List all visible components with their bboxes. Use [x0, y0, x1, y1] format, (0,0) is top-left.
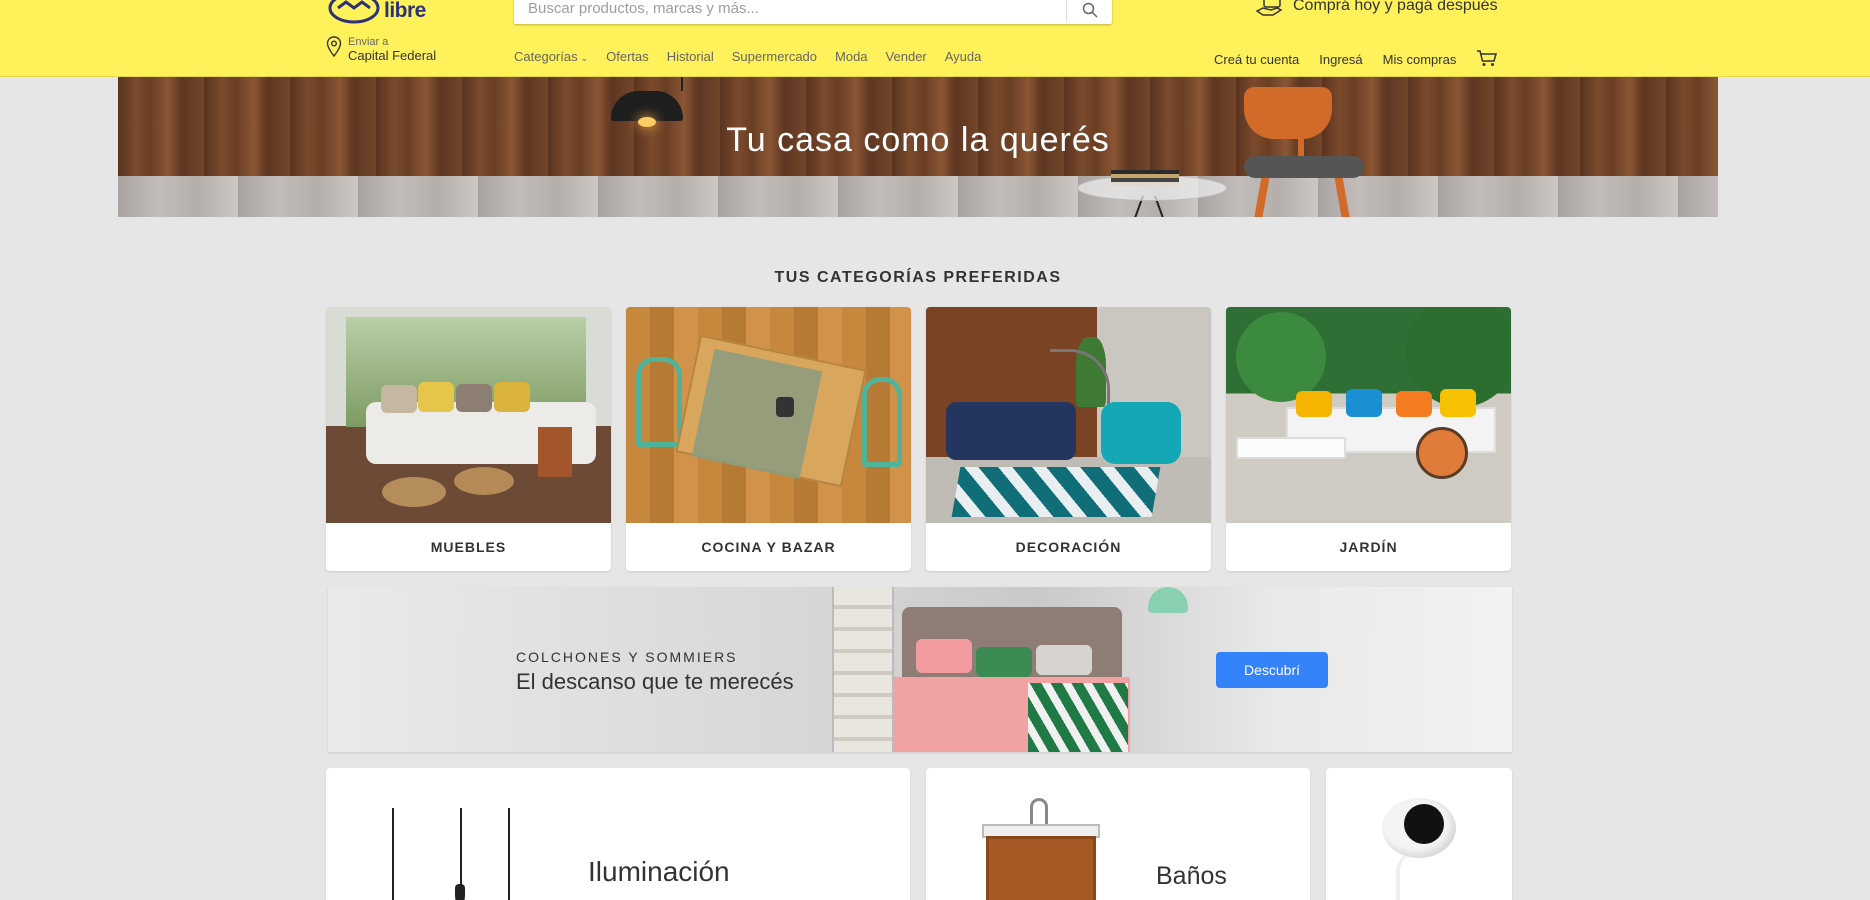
- category-label: JARDÍN: [1339, 539, 1398, 555]
- nav-ayuda[interactable]: Ayuda: [945, 49, 982, 64]
- camera-lens: [1404, 804, 1444, 844]
- nav-moda[interactable]: Moda: [835, 49, 868, 64]
- tablecloth: [691, 348, 823, 480]
- rug: [951, 467, 1161, 517]
- banner-title: El descanso que te merecés: [516, 669, 794, 694]
- pillow: [976, 647, 1032, 677]
- pillow: [916, 639, 972, 673]
- shipping-location[interactable]: Enviar a Capital Federal: [326, 36, 436, 64]
- tile-banos[interactable]: Baños: [926, 768, 1310, 900]
- nav-vender[interactable]: Vender: [886, 49, 927, 64]
- crates-image: [832, 587, 894, 752]
- hero-banner[interactable]: Tu casa como la querés: [118, 77, 1718, 217]
- logo[interactable]: mercado libre: [328, 0, 469, 26]
- site-header: mercado libre Comprá hoy y pagá después …: [0, 0, 1870, 77]
- chair: [862, 377, 902, 467]
- pouf: [382, 477, 446, 507]
- search-icon: [1082, 2, 1098, 18]
- camera-cable: [1396, 852, 1420, 900]
- pendant-bulb: [455, 884, 465, 900]
- logo-text: mercado libre: [384, 0, 469, 22]
- category-image: [926, 307, 1211, 523]
- category-card-muebles[interactable]: MUEBLES: [326, 307, 611, 571]
- cushion: [456, 384, 492, 412]
- sofa: [946, 402, 1076, 460]
- books-image: [1111, 170, 1179, 186]
- category-image: [326, 307, 611, 523]
- cushion: [418, 382, 454, 412]
- tile-iluminacion[interactable]: Iluminación: [326, 768, 910, 900]
- category-image: [1226, 307, 1511, 523]
- cart-icon: [1477, 50, 1498, 66]
- nav-supermercado[interactable]: Supermercado: [732, 49, 817, 64]
- search-input[interactable]: [514, 0, 1066, 24]
- chair: [1416, 427, 1468, 479]
- category-card-decoracion[interactable]: DECORACIÓN: [926, 307, 1211, 571]
- hero-floor: [118, 176, 1718, 217]
- cushion: [494, 382, 530, 412]
- category-label: MUEBLES: [430, 539, 507, 555]
- search-button[interactable]: [1066, 0, 1112, 22]
- tile-label: Iluminación: [588, 856, 730, 887]
- promo-link[interactable]: Comprá hoy y pagá después: [1255, 0, 1498, 20]
- category-card-cocina[interactable]: COCINA Y BAZAR: [626, 307, 911, 571]
- discover-button[interactable]: Descubrí: [1216, 652, 1328, 688]
- search-bar: [514, 0, 1112, 24]
- banner-kicker: COLCHONES Y SOMMIERS: [516, 649, 738, 665]
- category-card-jardin[interactable]: JARDÍN: [1226, 307, 1511, 571]
- cushion: [1440, 389, 1476, 417]
- mattress-banner[interactable]: COLCHONES Y SOMMIERS El descanso que te …: [328, 587, 1512, 752]
- hero-title: Tu casa como la querés: [726, 121, 1110, 159]
- account-nav: Creá tu cuenta Ingresá Mis compras: [1214, 49, 1498, 70]
- nav-categorias-label: Categorías: [514, 49, 578, 64]
- create-account-link[interactable]: Creá tu cuenta: [1214, 52, 1299, 67]
- tile-seguridad[interactable]: [1326, 768, 1512, 900]
- armchair: [1101, 402, 1181, 464]
- tile-label: Baños: [1156, 862, 1227, 890]
- pillow: [1036, 645, 1092, 675]
- my-purchases-link[interactable]: Mis compras: [1383, 52, 1457, 67]
- foliage: [1236, 312, 1326, 402]
- throw-blanket: [1028, 683, 1128, 752]
- category-label: COCINA Y BAZAR: [701, 539, 836, 555]
- section-title: TUS CATEGORÍAS PREFERIDAS: [774, 269, 1062, 286]
- chevron-down-icon: ⌄: [580, 53, 589, 63]
- promo-text: Comprá hoy y pagá después: [1293, 0, 1498, 14]
- location-pin-icon: [326, 36, 342, 58]
- table: [1236, 437, 1346, 459]
- pepper-mill: [776, 397, 794, 417]
- category-image: [626, 307, 911, 523]
- ceiling-lamp: [1148, 587, 1188, 613]
- cushion: [1396, 391, 1432, 417]
- chair: [636, 357, 682, 447]
- handshake-logo-icon: [328, 0, 380, 24]
- login-link[interactable]: Ingresá: [1319, 52, 1362, 67]
- pendant-cord: [460, 808, 462, 888]
- pendant-cord: [392, 808, 394, 900]
- shipping-label: Enviar a: [348, 36, 389, 48]
- cart-button[interactable]: [1476, 49, 1498, 70]
- vanity-cabinet: [986, 836, 1096, 900]
- nav-historial[interactable]: Historial: [667, 49, 714, 64]
- pouf: [454, 467, 514, 495]
- lamp-cord: [681, 77, 683, 91]
- main-nav: Categorías ⌄ Ofertas Historial Supermerca…: [514, 49, 981, 64]
- category-label: DECORACIÓN: [1015, 539, 1122, 555]
- hand-card-icon: [1255, 0, 1283, 16]
- cushion: [1346, 389, 1382, 417]
- stool: [538, 427, 572, 477]
- faucet: [1030, 798, 1048, 826]
- cushion: [1296, 391, 1332, 417]
- nav-ofertas[interactable]: Ofertas: [606, 49, 649, 64]
- shipping-city: Capital Federal: [348, 48, 437, 63]
- pendant-cord: [508, 808, 510, 900]
- nav-categorias[interactable]: Categorías ⌄: [514, 49, 588, 64]
- cushion: [381, 385, 417, 413]
